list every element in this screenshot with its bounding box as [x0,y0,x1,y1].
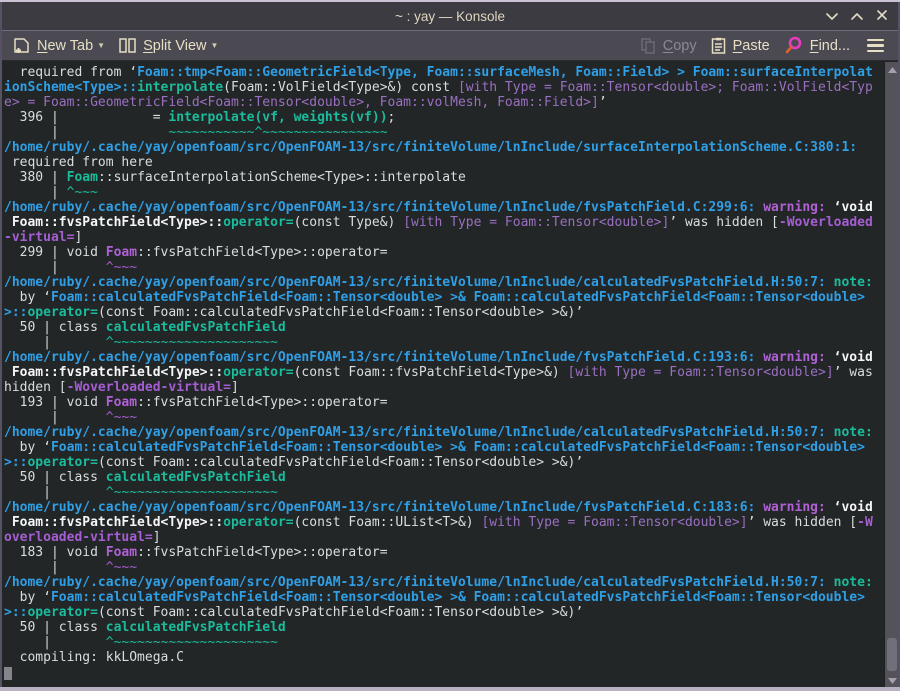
terminal-line: 380 | Foam::surfaceInterpolationScheme<T… [4,170,466,185]
terminal-line: /home/ruby/.cache/yay/openfoam/src/OpenF… [4,350,873,365]
find-label: Find... [809,37,850,54]
minimize-button[interactable] [824,8,840,24]
terminal-line: >::operator=(const Foam::calculatedFvsPa… [4,605,584,620]
scrollbar-up-button[interactable] [886,62,898,76]
chevron-down-icon [826,7,838,25]
new-tab-button[interactable]: New Tab ▼ [6,37,112,54]
terminal-line: hidden [-Woverloaded-virtual=] [4,380,239,395]
arrow-up-icon [887,60,897,78]
terminal-line: /home/ruby/.cache/yay/openfoam/src/OpenF… [4,275,873,290]
terminal-line: /home/ruby/.cache/yay/openfoam/src/OpenF… [4,200,873,215]
terminal-line: | ^~~~ [4,260,138,275]
terminal-line: by ‘Foam::calculatedFvsPatchField<Foam::… [4,440,865,455]
terminal-line: by ‘Foam::calculatedFvsPatchField<Foam::… [4,290,865,305]
terminal-line: Foam::fvsPatchField<Type>::operator=(con… [4,215,873,230]
copy-icon [640,37,656,54]
scrollbar-thumb[interactable] [887,638,897,671]
hamburger-icon [867,38,884,42]
copy-button[interactable]: Copy [634,38,704,54]
terminal-line: >::operator=(const Foam::calculatedFvsPa… [4,455,584,470]
close-icon [877,7,887,25]
maximize-button[interactable] [849,8,865,24]
terminal-line: 193 | void Foam::fvsPatchField<Type>::op… [4,395,388,410]
toolbar-left-group: New Tab ▼ Split View ▼ [6,37,225,54]
toolbar: New Tab ▼ Split View ▼ Copy Paste Find..… [2,30,898,61]
terminal-output[interactable]: required from ‘Foam::tmp<Foam::Geometric… [2,62,884,687]
find-button[interactable]: Find... [777,36,857,55]
terminal-line: e> = Foam::GeometricField<Foam::Tensor<d… [4,95,607,110]
menu-button[interactable] [857,38,894,53]
terminal-line: Foam::fvsPatchField<Type>::operator=(con… [4,515,873,530]
scrollbar-down-button[interactable] [886,673,898,687]
window-controls [824,2,890,30]
terminal-line: >::operator=(const Foam::calculatedFvsPa… [4,305,584,320]
terminal-line: | ^~~~ [4,410,138,425]
close-button[interactable] [874,8,890,24]
terminal-cursor [4,667,12,680]
split-view-icon [119,38,136,53]
chevron-up-icon [851,7,863,25]
titlebar[interactable]: ~ : yay — Konsole [2,2,898,30]
window-title: ~ : yay — Konsole [395,8,505,24]
search-icon [784,36,803,55]
toolbar-right-group: Copy Paste Find... [634,36,894,55]
new-tab-icon [13,37,30,54]
terminal-line: | ^~~~ [4,185,98,200]
paste-label: Paste [732,37,770,54]
copy-label: Copy [662,37,697,54]
terminal-line: -virtual=] [4,230,83,245]
terminal-line: ionScheme<Type>::interpolate(Foam::VolFi… [4,80,873,95]
terminal-line: 50 | class calculatedFvsPatchField [4,320,286,335]
split-view-button[interactable]: Split View ▼ [112,38,225,54]
terminal-line: | ^~~~ [4,560,138,575]
terminal-line: /home/ruby/.cache/yay/openfoam/src/OpenF… [4,425,873,440]
terminal-line [4,665,884,680]
split-view-dropdown-arrow[interactable]: ▼ [211,41,219,50]
terminal-line: required from ‘Foam::tmp<Foam::Geometric… [4,65,873,80]
scrollbar[interactable] [884,62,898,687]
terminal-line: 396 | = interpolate(vf, weights(vf)); [4,110,396,125]
terminal-line: /home/ruby/.cache/yay/openfoam/src/OpenF… [4,575,873,590]
terminal-line: Foam::fvsPatchField<Type>::operator=(con… [4,365,873,380]
terminal-line: | ^~~~~~~~~~~~~~~~~~~~~~ [4,335,278,350]
terminal-line: 299 | void Foam::fvsPatchField<Type>::op… [4,245,388,260]
terminal-line: 50 | class calculatedFvsPatchField [4,470,286,485]
new-tab-dropdown-arrow[interactable]: ▼ [97,41,105,50]
terminal-line: by ‘Foam::calculatedFvsPatchField<Foam::… [4,590,865,605]
terminal-line: 50 | class calculatedFvsPatchField [4,620,286,635]
terminal-line: /home/ruby/.cache/yay/openfoam/src/OpenF… [4,500,873,515]
terminal-line: required from here [4,155,153,170]
paste-button[interactable]: Paste [704,37,777,54]
terminal-line: | ~~~~~~~~~~~^~~~~~~~~~~~~~~~~ [4,125,388,140]
terminal-line: | ^~~~~~~~~~~~~~~~~~~~~~ [4,635,278,650]
terminal-line: 183 | void Foam::fvsPatchField<Type>::op… [4,545,388,560]
split-view-label: Split View [143,37,207,54]
terminal-line: | ^~~~~~~~~~~~~~~~~~~~~~ [4,485,278,500]
new-tab-label: New Tab [37,37,94,54]
paste-icon [711,37,726,54]
terminal-line: /home/ruby/.cache/yay/openfoam/src/OpenF… [4,140,858,155]
arrow-down-icon [887,671,897,689]
window-border-bottom [0,687,900,691]
terminal-line: overloaded-virtual=] [4,530,161,545]
terminal-line: compiling: kkLOmega.C [4,650,185,665]
